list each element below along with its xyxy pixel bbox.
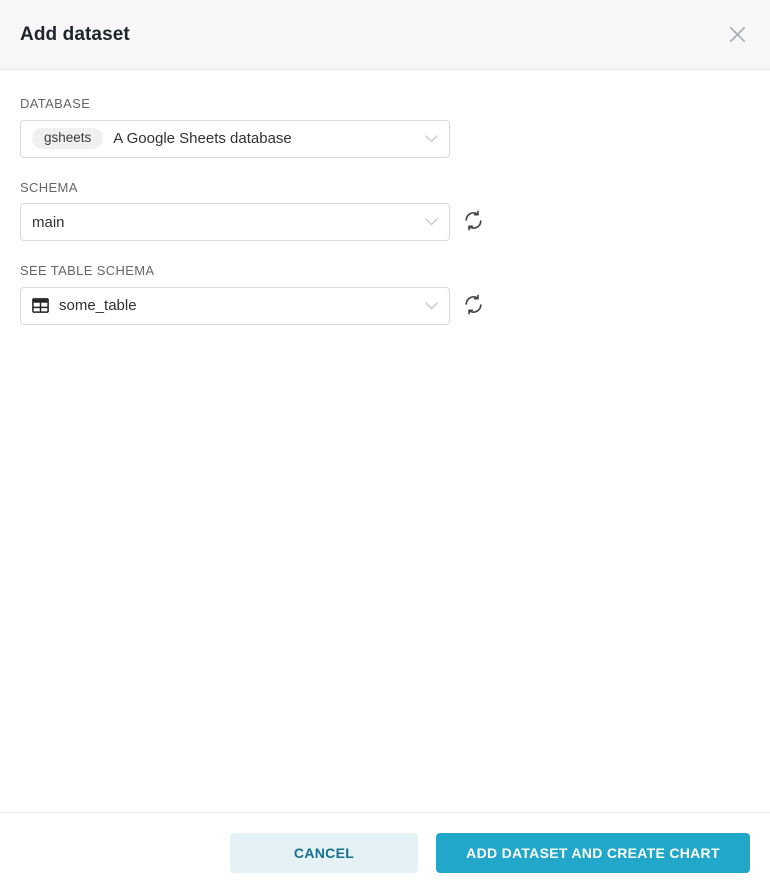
table-select-value: some_table [32, 297, 417, 314]
modal-footer: CANCEL ADD DATASET AND CREATE CHART [0, 812, 770, 893]
table-icon [32, 297, 49, 314]
chevron-down-icon [425, 302, 438, 310]
schema-name-text: main [32, 214, 65, 230]
chevron-down-icon [425, 134, 438, 143]
database-name-text: A Google Sheets database [113, 130, 292, 148]
table-select[interactable]: some_table [20, 286, 450, 325]
modal-header: Add dataset [0, 0, 770, 70]
modal-body: DATABASE gsheets A Google Sheets databas… [0, 70, 770, 812]
database-engine-badge: gsheets [32, 128, 104, 149]
database-select[interactable]: gsheets A Google Sheets database [20, 119, 450, 158]
schema-refresh-button[interactable] [462, 210, 484, 234]
database-label: DATABASE [20, 96, 91, 111]
field-table-schema: SEE TABLE SCHEMA some_table [20, 263, 750, 325]
table-schema-row: some_table [20, 286, 750, 325]
cancel-button[interactable]: CANCEL [230, 833, 418, 873]
schema-row: main [20, 203, 750, 242]
chevron-down-icon [425, 218, 438, 226]
refresh-icon [463, 294, 484, 318]
page-title: Add dataset [20, 24, 130, 45]
database-row: gsheets A Google Sheets database [20, 119, 750, 158]
schema-label: SCHEMA [20, 179, 78, 195]
field-schema: SCHEMA main [20, 180, 750, 242]
refresh-icon [463, 210, 484, 234]
field-database: DATABASE gsheets A Google Sheets databas… [20, 96, 750, 158]
add-dataset-modal: Add dataset DATABASE gsheets A Google Sh… [0, 0, 770, 893]
database-select-value: gsheets A Google Sheets database [32, 128, 417, 149]
table-name-text: some_table [59, 297, 137, 315]
close-icon [728, 25, 747, 44]
close-button[interactable] [722, 20, 752, 50]
add-dataset-and-create-chart-button[interactable]: ADD DATASET AND CREATE CHART [436, 833, 750, 873]
schema-select-value: main [32, 215, 417, 230]
table-refresh-button[interactable] [462, 294, 484, 318]
schema-select[interactable]: main [20, 203, 450, 242]
table-schema-label: SEE TABLE SCHEMA [20, 263, 155, 279]
